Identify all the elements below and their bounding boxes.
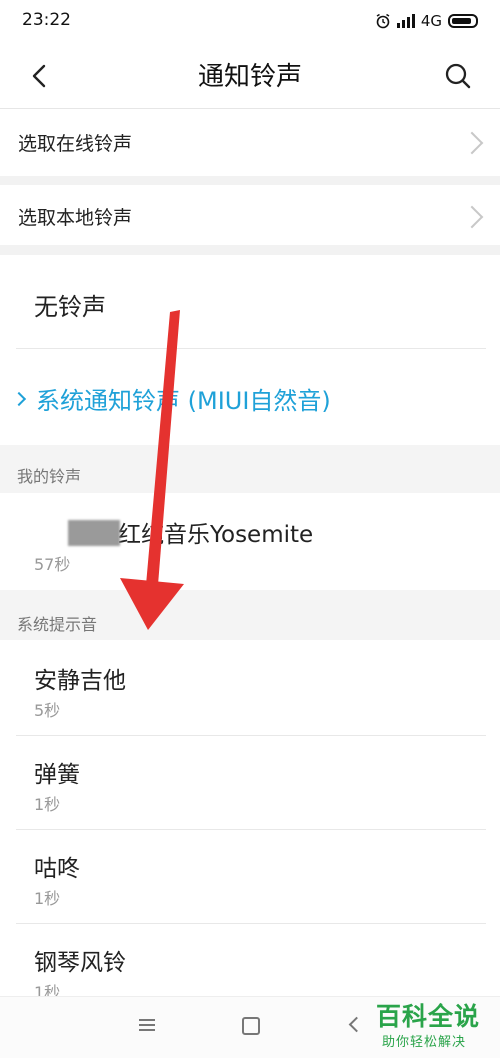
status-time: 23:22 bbox=[22, 10, 71, 30]
system-sounds-title: 系统提示音 bbox=[17, 615, 98, 634]
back-icon[interactable] bbox=[348, 1016, 365, 1033]
network-label: 4G bbox=[420, 12, 442, 30]
divider bbox=[16, 348, 486, 349]
selected-ringtone-option[interactable]: 系统通知铃声 (MIUI自然音) bbox=[11, 381, 331, 416]
selected-chevron-icon bbox=[11, 391, 27, 406]
page-title: 通知铃声 bbox=[197, 62, 302, 92]
system-sounds-header: 系统提示音 bbox=[0, 590, 500, 640]
select-local-ringtone-row[interactable]: 选取本地铃声 bbox=[0, 185, 500, 245]
select-online-ringtone-row[interactable]: 选取在线铃声 bbox=[0, 108, 500, 177]
chevron-right-icon bbox=[460, 205, 484, 229]
ringtone-duration: 57秒 bbox=[34, 555, 71, 574]
select-local-ringtone-label: 选取本地铃声 bbox=[18, 207, 133, 229]
my-ringtones-title: 我的铃声 bbox=[17, 467, 82, 486]
alarm-icon bbox=[376, 13, 390, 29]
status-icons: 4G bbox=[375, 10, 478, 32]
blurred-region bbox=[68, 520, 120, 546]
sound-title: 安静吉他 bbox=[34, 668, 126, 694]
app-header: 通知铃声 bbox=[0, 42, 500, 108]
sound-duration: 1秒 bbox=[34, 795, 61, 814]
no-ringtone-option[interactable]: 无铃声 bbox=[34, 287, 106, 322]
ringtone-title: 红纯音乐Yosemite bbox=[118, 522, 314, 548]
search-icon[interactable] bbox=[440, 58, 476, 94]
divider bbox=[16, 923, 486, 924]
sound-title: 弹簧 bbox=[34, 762, 80, 788]
watermark-title: 百科全说 bbox=[376, 1002, 481, 1031]
divider bbox=[16, 829, 486, 830]
home-icon[interactable] bbox=[242, 1017, 260, 1035]
sound-duration: 5秒 bbox=[34, 701, 61, 720]
menu-icon[interactable] bbox=[139, 1019, 155, 1031]
sound-title: 钢琴风铃 bbox=[34, 950, 126, 976]
sound-duration: 1秒 bbox=[34, 889, 61, 908]
status-bar: 23:22 4G bbox=[0, 0, 500, 42]
signal-icon bbox=[396, 14, 415, 28]
watermark-subtitle: 助你轻松解决 bbox=[382, 1035, 467, 1050]
chevron-right-icon bbox=[460, 131, 484, 155]
selected-ringtone-label: 系统通知铃声 (MIUI自然音) bbox=[36, 387, 331, 415]
battery-icon bbox=[448, 14, 478, 28]
select-online-ringtone-label: 选取在线铃声 bbox=[18, 133, 133, 155]
sound-title: 咕咚 bbox=[34, 856, 80, 882]
section-separator bbox=[0, 245, 500, 255]
divider bbox=[16, 735, 486, 736]
section-separator bbox=[0, 176, 500, 185]
my-ringtones-header: 我的铃声 bbox=[0, 445, 500, 493]
